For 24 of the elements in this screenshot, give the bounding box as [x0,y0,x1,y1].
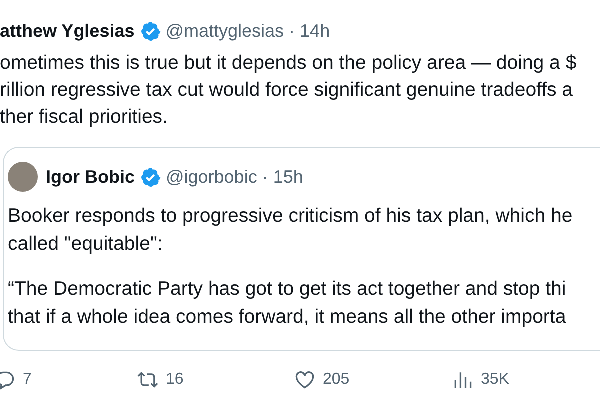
action-count: 16 [166,371,184,389]
quoted-text-line: “The Democratic Party has got to get its act together and stop thi [8,277,566,302]
author-name[interactable]: atthew Yglesias [0,20,135,42]
retweet-icon[interactable] [137,369,159,391]
heart-icon[interactable] [294,369,316,391]
author-name[interactable]: Igor Bobic [46,166,135,188]
quoted-text-line: that if a whole idea comes forward, it means all the other importa [8,305,566,330]
separator-dot: · [289,20,296,42]
tweet-time[interactable]: 14h [300,20,330,42]
action-count: 35K [481,371,510,389]
tweet-time[interactable]: 15h [273,166,304,188]
quoted-tweet-card[interactable] [3,147,600,351]
action-count: 7 [23,371,32,389]
tweet-text-line: ther fiscal priorities. [0,105,168,130]
quoted-text-line: Booker responds to progressive criticism of his tax plan, which he [8,204,573,229]
action-count: 205 [323,371,350,389]
tweet-text-line: rillion regressive tax cut would force significant genuine tradeoffs a [0,78,574,103]
reply-icon[interactable] [0,369,16,391]
author-handle[interactable]: @mattyglesias [166,20,284,42]
quoted-text-line: called "equitable": [8,232,163,257]
tweet-text-line: ometimes this is true but it depends on the policy area — doing a $ [0,51,577,76]
author-handle[interactable]: @igorbobic [166,166,258,188]
avatar-placeholder [8,162,38,192]
separator-dot: · [262,166,268,188]
